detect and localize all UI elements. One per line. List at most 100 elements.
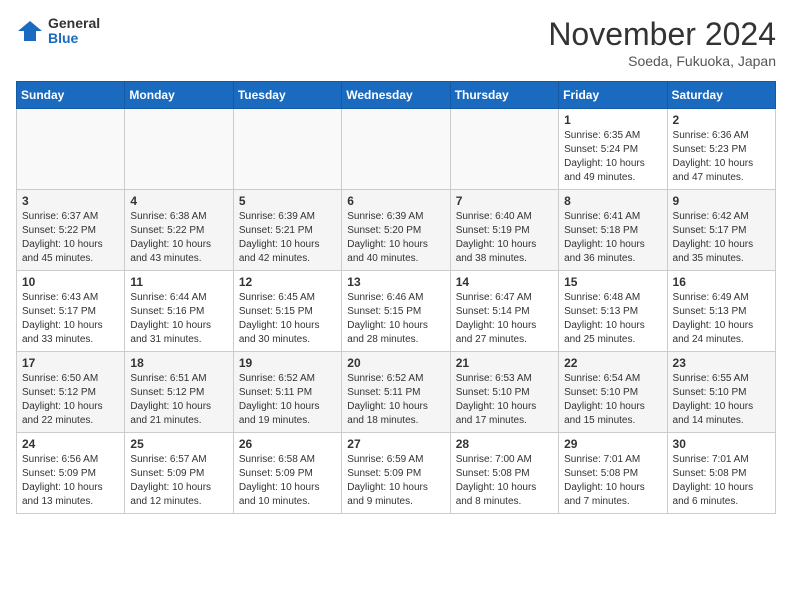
day-number: 3 <box>22 194 119 208</box>
location: Soeda, Fukuoka, Japan <box>548 53 776 69</box>
day-number: 30 <box>673 437 770 451</box>
calendar-day-cell: 4 Sunrise: 6:38 AM Sunset: 5:22 PM Daylig… <box>125 190 233 271</box>
calendar-day-cell: 24Sunrise: 6:56 AM Sunset: 5:09 PM Dayli… <box>17 433 125 514</box>
calendar-week-row: 17Sunrise: 6:50 AM Sunset: 5:12 PM Dayli… <box>17 352 776 433</box>
day-info: Sunrise: 6:46 AM Sunset: 5:15 PM Dayligh… <box>347 291 444 347</box>
calendar-day-cell <box>450 109 558 190</box>
day-info: Sunrise: 6:37 AM Sunset: 5:22 PM Dayligh… <box>22 210 119 266</box>
day-number: 19 <box>239 356 336 370</box>
calendar-day-cell: 8Sunrise: 6:41 AM Sunset: 5:18 PM Daylig… <box>559 190 667 271</box>
month-title: November 2024 <box>548 16 776 53</box>
calendar-day-cell: 19 Sunrise: 6:52 AM Sunset: 5:11 PM Dayli… <box>233 352 341 433</box>
day-number: 23 <box>673 356 770 370</box>
day-number: 28 <box>456 437 553 451</box>
day-number: 9 <box>673 194 770 208</box>
day-number: 4 <box>130 194 227 208</box>
day-info: Sunrise: 6:57 AM Sunset: 5:09 PM Dayligh… <box>130 453 227 509</box>
calendar-day-cell: 28Sunrise: 7:00 AM Sunset: 5:08 PM Dayli… <box>450 433 558 514</box>
calendar-day-cell: 11 Sunrise: 6:44 AM Sunset: 5:16 PM Dayli… <box>125 271 233 352</box>
day-number: 6 <box>347 194 444 208</box>
day-number: 18 <box>130 356 227 370</box>
calendar-day-cell: 30 Sunrise: 7:01 AM Sunset: 5:08 PM Dayli… <box>667 433 775 514</box>
day-info: Sunrise: 6:45 AM Sunset: 5:15 PM Dayligh… <box>239 291 336 347</box>
calendar-day-header: Wednesday <box>342 82 450 109</box>
calendar-day-cell: 12Sunrise: 6:45 AM Sunset: 5:15 PM Dayli… <box>233 271 341 352</box>
title-block: November 2024 Soeda, Fukuoka, Japan <box>548 16 776 69</box>
calendar-day-cell <box>233 109 341 190</box>
calendar-day-cell <box>342 109 450 190</box>
logo-text: General Blue <box>48 16 100 47</box>
calendar-day-cell: 17Sunrise: 6:50 AM Sunset: 5:12 PM Dayli… <box>17 352 125 433</box>
calendar-day-cell: 14Sunrise: 6:47 AM Sunset: 5:14 PM Dayli… <box>450 271 558 352</box>
calendar-day-header: Monday <box>125 82 233 109</box>
logo: General Blue <box>16 16 100 47</box>
calendar-header-row: SundayMondayTuesdayWednesdayThursdayFrid… <box>17 82 776 109</box>
day-info: Sunrise: 6:52 AM Sunset: 5:11 PM Dayligh… <box>239 372 336 428</box>
logo-general: General <box>48 16 100 31</box>
day-number: 14 <box>456 275 553 289</box>
day-number: 5 <box>239 194 336 208</box>
day-info: Sunrise: 6:48 AM Sunset: 5:13 PM Dayligh… <box>564 291 661 347</box>
day-info: Sunrise: 6:58 AM Sunset: 5:09 PM Dayligh… <box>239 453 336 509</box>
calendar-day-header: Friday <box>559 82 667 109</box>
day-info: Sunrise: 6:39 AM Sunset: 5:21 PM Dayligh… <box>239 210 336 266</box>
day-info: Sunrise: 6:53 AM Sunset: 5:10 PM Dayligh… <box>456 372 553 428</box>
calendar-day-cell: 13 Sunrise: 6:46 AM Sunset: 5:15 PM Dayli… <box>342 271 450 352</box>
calendar-day-cell: 29 Sunrise: 7:01 AM Sunset: 5:08 PM Dayli… <box>559 433 667 514</box>
calendar-day-cell: 3 Sunrise: 6:37 AM Sunset: 5:22 PM Daylig… <box>17 190 125 271</box>
day-number: 29 <box>564 437 661 451</box>
day-number: 2 <box>673 113 770 127</box>
calendar-day-header: Thursday <box>450 82 558 109</box>
calendar-day-cell: 7 Sunrise: 6:40 AM Sunset: 5:19 PM Daylig… <box>450 190 558 271</box>
day-number: 13 <box>347 275 444 289</box>
day-info: Sunrise: 6:51 AM Sunset: 5:12 PM Dayligh… <box>130 372 227 428</box>
calendar-day-cell: 2Sunrise: 6:36 AM Sunset: 5:23 PM Daylig… <box>667 109 775 190</box>
calendar-day-cell: 18 Sunrise: 6:51 AM Sunset: 5:12 PM Dayli… <box>125 352 233 433</box>
day-number: 22 <box>564 356 661 370</box>
day-info: Sunrise: 6:35 AM Sunset: 5:24 PM Dayligh… <box>564 129 661 185</box>
day-number: 16 <box>673 275 770 289</box>
day-number: 7 <box>456 194 553 208</box>
day-info: Sunrise: 7:01 AM Sunset: 5:08 PM Dayligh… <box>673 453 770 509</box>
day-info: Sunrise: 6:59 AM Sunset: 5:09 PM Dayligh… <box>347 453 444 509</box>
calendar-day-cell: 9 Sunrise: 6:42 AM Sunset: 5:17 PM Daylig… <box>667 190 775 271</box>
calendar-day-cell: 25 Sunrise: 6:57 AM Sunset: 5:09 PM Dayli… <box>125 433 233 514</box>
day-number: 11 <box>130 275 227 289</box>
day-info: Sunrise: 6:40 AM Sunset: 5:19 PM Dayligh… <box>456 210 553 266</box>
calendar-day-cell: 22 Sunrise: 6:54 AM Sunset: 5:10 PM Dayli… <box>559 352 667 433</box>
day-info: Sunrise: 6:44 AM Sunset: 5:16 PM Dayligh… <box>130 291 227 347</box>
day-info: Sunrise: 6:52 AM Sunset: 5:11 PM Dayligh… <box>347 372 444 428</box>
day-number: 21 <box>456 356 553 370</box>
calendar-day-cell: 26Sunrise: 6:58 AM Sunset: 5:09 PM Dayli… <box>233 433 341 514</box>
day-info: Sunrise: 6:50 AM Sunset: 5:12 PM Dayligh… <box>22 372 119 428</box>
calendar-day-header: Tuesday <box>233 82 341 109</box>
calendar-table: SundayMondayTuesdayWednesdayThursdayFrid… <box>16 81 776 514</box>
day-number: 25 <box>130 437 227 451</box>
day-info: Sunrise: 6:54 AM Sunset: 5:10 PM Dayligh… <box>564 372 661 428</box>
day-number: 27 <box>347 437 444 451</box>
day-info: Sunrise: 6:49 AM Sunset: 5:13 PM Dayligh… <box>673 291 770 347</box>
calendar-day-cell <box>125 109 233 190</box>
calendar-day-cell: 10Sunrise: 6:43 AM Sunset: 5:17 PM Dayli… <box>17 271 125 352</box>
day-info: Sunrise: 6:56 AM Sunset: 5:09 PM Dayligh… <box>22 453 119 509</box>
day-number: 20 <box>347 356 444 370</box>
calendar-day-cell: 27 Sunrise: 6:59 AM Sunset: 5:09 PM Dayli… <box>342 433 450 514</box>
calendar-day-cell: 5 Sunrise: 6:39 AM Sunset: 5:21 PM Daylig… <box>233 190 341 271</box>
day-info: Sunrise: 7:01 AM Sunset: 5:08 PM Dayligh… <box>564 453 661 509</box>
calendar-week-row: 24Sunrise: 6:56 AM Sunset: 5:09 PM Dayli… <box>17 433 776 514</box>
calendar-day-cell: 16 Sunrise: 6:49 AM Sunset: 5:13 PM Dayli… <box>667 271 775 352</box>
calendar-day-cell: 15 Sunrise: 6:48 AM Sunset: 5:13 PM Dayli… <box>559 271 667 352</box>
day-info: Sunrise: 6:43 AM Sunset: 5:17 PM Dayligh… <box>22 291 119 347</box>
calendar-day-cell: 20 Sunrise: 6:52 AM Sunset: 5:11 PM Dayli… <box>342 352 450 433</box>
calendar-day-cell: 21 Sunrise: 6:53 AM Sunset: 5:10 PM Dayli… <box>450 352 558 433</box>
day-number: 1 <box>564 113 661 127</box>
calendar-day-cell: 6Sunrise: 6:39 AM Sunset: 5:20 PM Daylig… <box>342 190 450 271</box>
day-number: 15 <box>564 275 661 289</box>
logo-icon <box>16 17 44 45</box>
day-info: Sunrise: 6:41 AM Sunset: 5:18 PM Dayligh… <box>564 210 661 266</box>
day-info: Sunrise: 6:42 AM Sunset: 5:17 PM Dayligh… <box>673 210 770 266</box>
calendar-day-cell: 1 Sunrise: 6:35 AM Sunset: 5:24 PM Daylig… <box>559 109 667 190</box>
day-info: Sunrise: 6:38 AM Sunset: 5:22 PM Dayligh… <box>130 210 227 266</box>
day-info: Sunrise: 6:55 AM Sunset: 5:10 PM Dayligh… <box>673 372 770 428</box>
calendar-day-cell <box>17 109 125 190</box>
